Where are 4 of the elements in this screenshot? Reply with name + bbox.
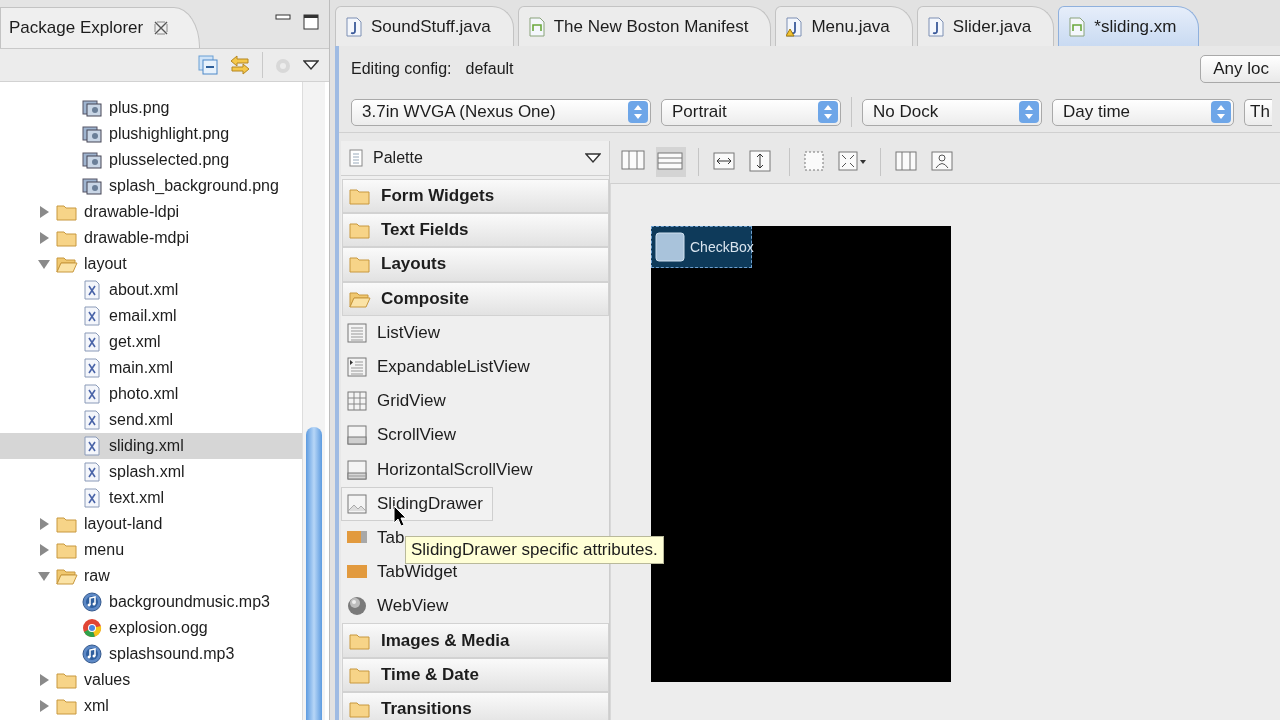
tooltip: SlidingDrawer specific attributes. xyxy=(405,536,664,564)
config-value: default xyxy=(465,60,514,78)
palette-title: Palette xyxy=(373,149,424,167)
config-label: Editing config: xyxy=(351,60,452,78)
